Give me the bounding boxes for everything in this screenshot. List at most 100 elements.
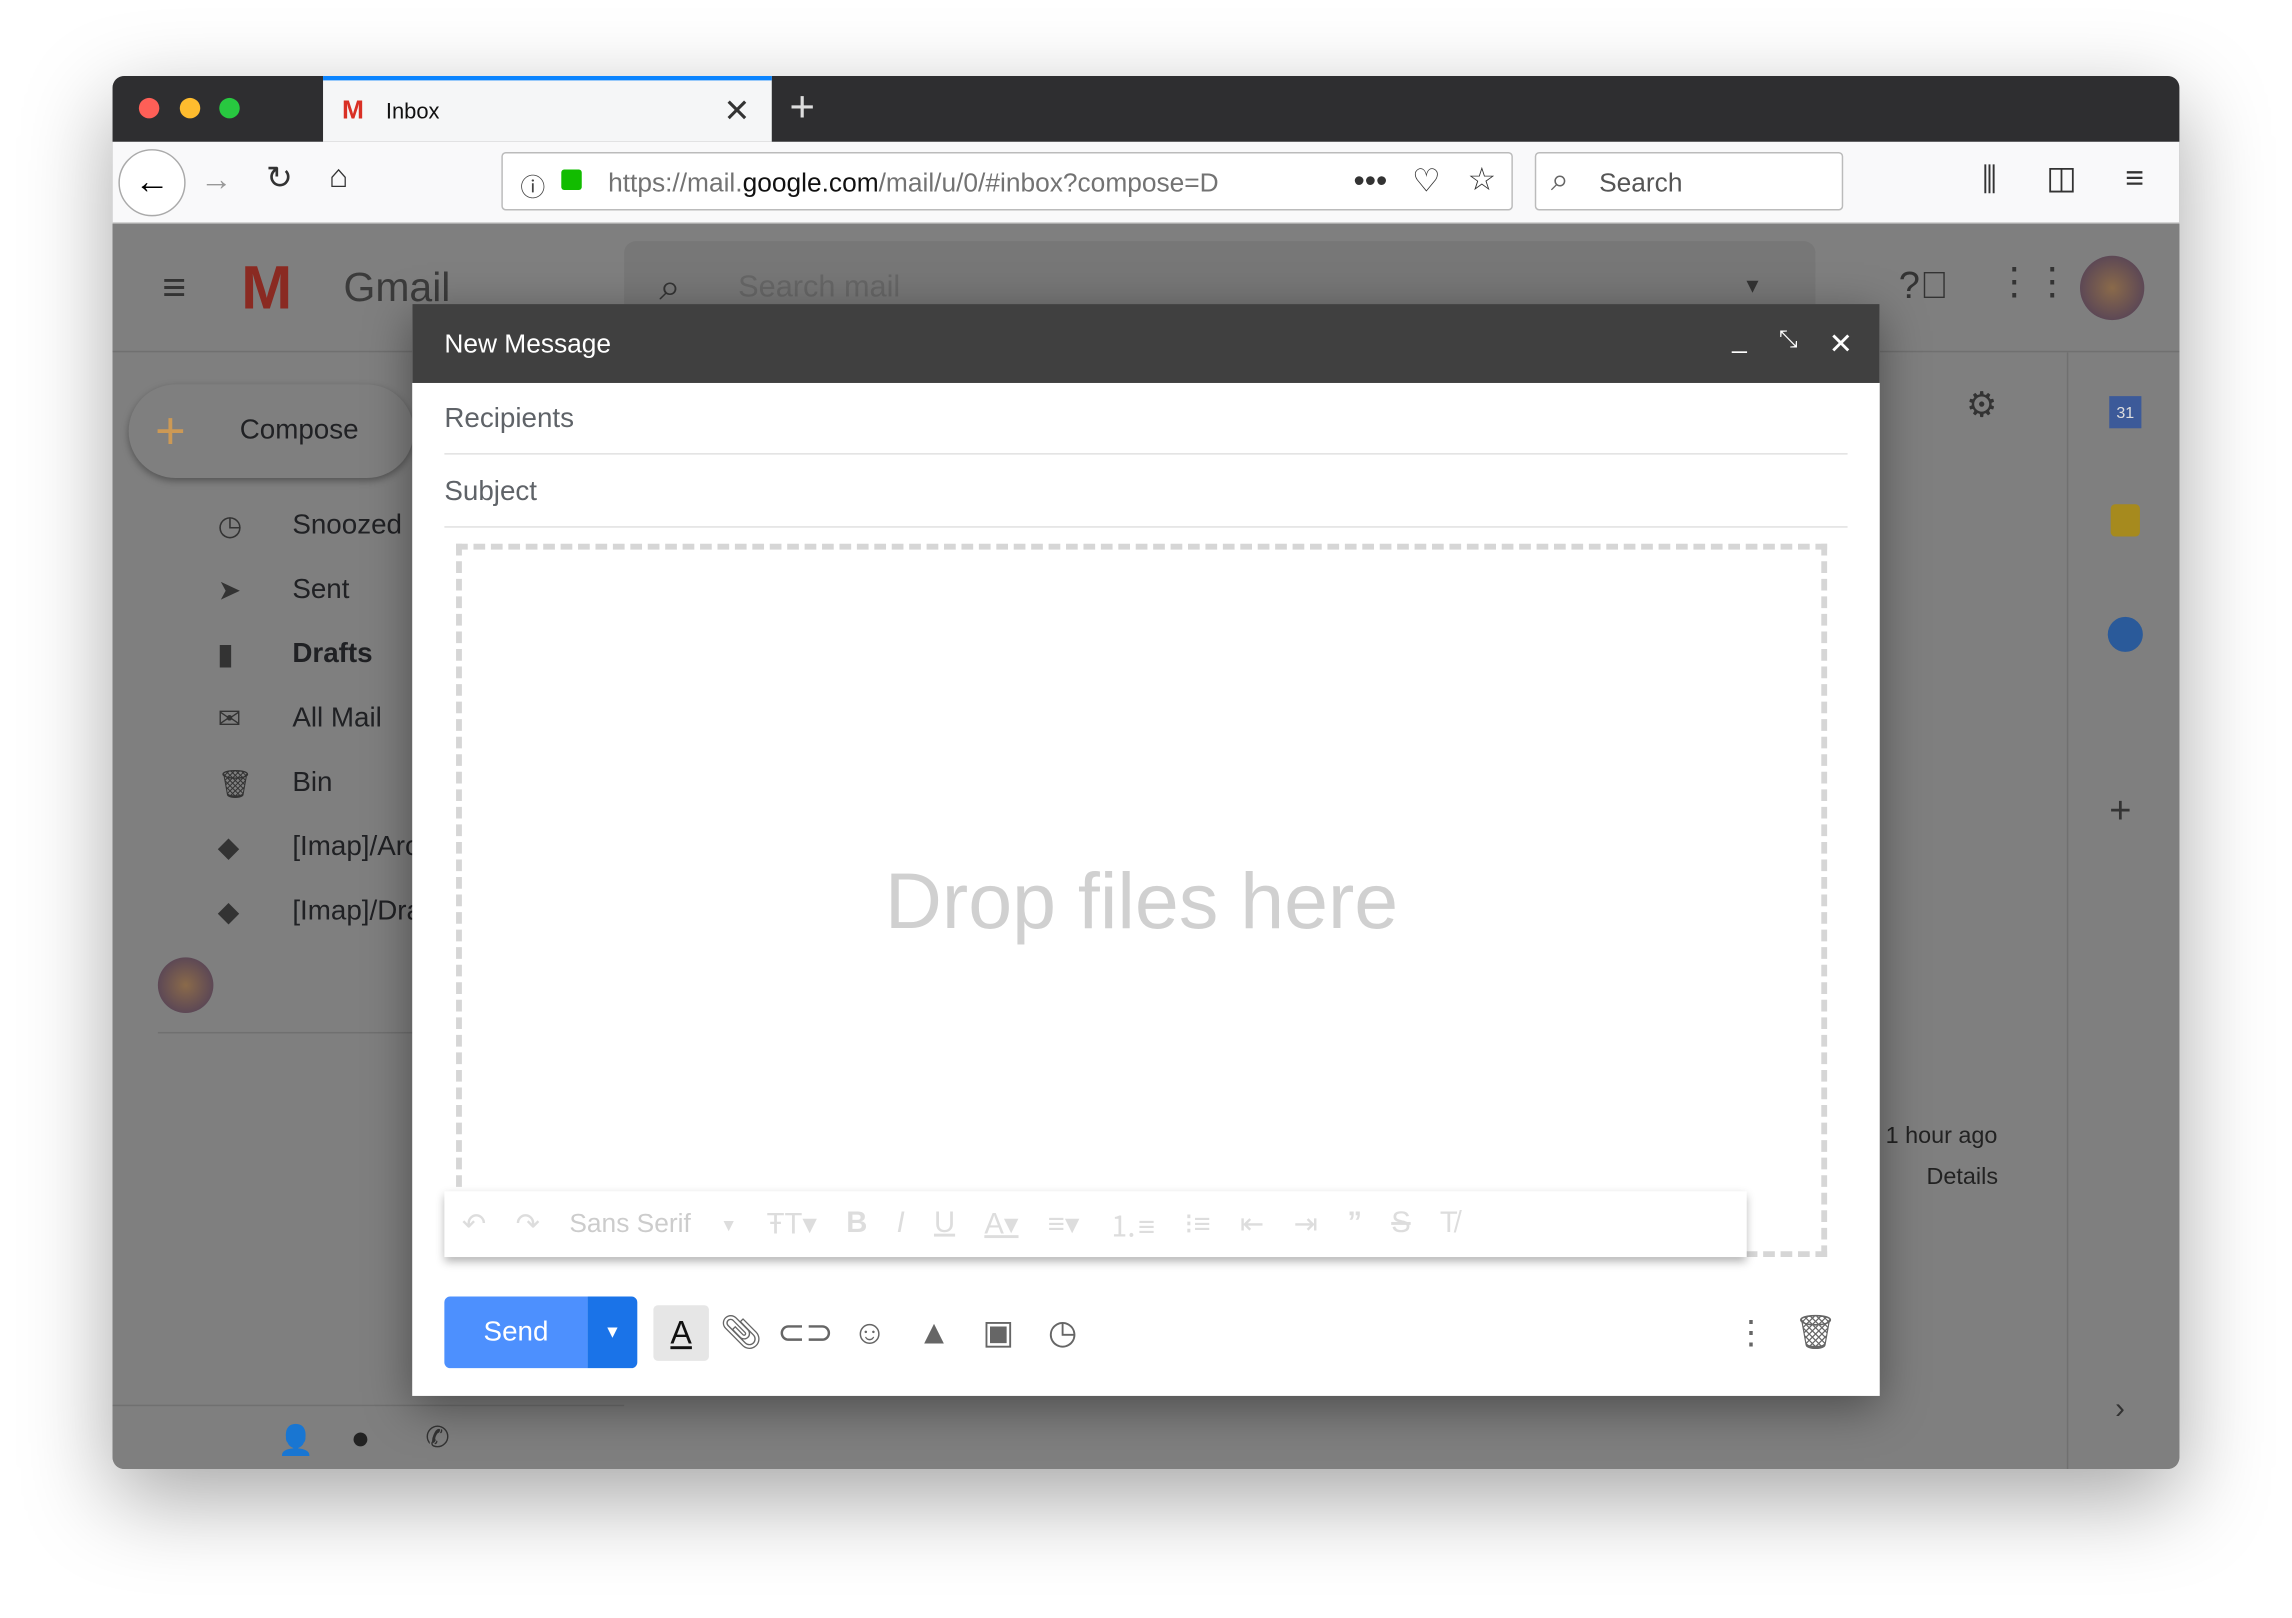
keep-icon[interactable]: [2110, 504, 2140, 537]
nav-label: All Mail: [292, 703, 382, 734]
compose-button[interactable]: + Compose: [128, 384, 414, 478]
link-icon[interactable]: ⊂⊃: [773, 1313, 837, 1352]
font-dropdown-icon[interactable]: ▼: [720, 1214, 737, 1234]
compose-dialog: New Message _ ⤡ ✕ Recipients Subject Dro…: [412, 304, 1880, 1396]
exit-fullscreen-icon[interactable]: ⤡: [1779, 327, 1798, 353]
search-placeholder: Search: [1599, 168, 1683, 198]
new-tab-icon[interactable]: +: [789, 83, 815, 133]
drop-zone[interactable]: Drop files here: [456, 543, 1828, 1258]
subject-input[interactable]: Subject: [444, 456, 1848, 528]
compose-label: Compose: [239, 415, 359, 446]
tasks-icon[interactable]: [2107, 616, 2143, 652]
tab-inbox[interactable]: M Inbox ✕: [323, 76, 772, 142]
minimize-icon[interactable]: _: [1732, 324, 1747, 355]
nav-label: Sent: [292, 574, 350, 606]
url-path: /mail/u/0/#inbox?compose=D: [878, 168, 1219, 198]
photo-icon[interactable]: ▣: [966, 1313, 1030, 1352]
hangouts-icon[interactable]: ●: [351, 1419, 370, 1457]
tab-title: Inbox: [385, 99, 440, 125]
strikethrough-icon[interactable]: S: [1391, 1207, 1411, 1241]
drop-files-text: Drop files here: [884, 858, 1399, 946]
quote-icon[interactable]: ”: [1347, 1207, 1362, 1241]
details-link[interactable]: Details: [1927, 1165, 1998, 1191]
subject-placeholder: Subject: [444, 476, 537, 508]
url-domain: google.com: [742, 168, 879, 198]
gmail-favicon-icon: M: [342, 95, 364, 125]
send-options-icon[interactable]: ▼: [587, 1296, 638, 1369]
drive-icon[interactable]: ▲: [902, 1313, 966, 1352]
help-icon[interactable]: ?⃝: [1899, 263, 1949, 308]
back-icon[interactable]: ←: [118, 149, 186, 217]
draft-icon: ▮: [217, 640, 234, 671]
trash-icon: 🗑: [217, 770, 254, 802]
search-icon: ⌕: [1550, 160, 1569, 198]
indent-more-icon[interactable]: ⇥: [1294, 1206, 1319, 1243]
hangouts-avatar[interactable]: [157, 957, 214, 1013]
redo-icon[interactable]: ↷: [516, 1206, 541, 1243]
formatting-options-icon[interactable]: A: [653, 1304, 709, 1361]
plus-icon: +: [154, 400, 186, 461]
font-size-icon[interactable]: ŦT▾: [767, 1206, 817, 1243]
settings-icon[interactable]: ⚙: [1966, 384, 1997, 426]
emoji-icon[interactable]: ☺: [838, 1313, 902, 1352]
formatting-toolbar: ↶ ↷ Sans Serif ▼ ŦT▾ B I U A▾ ≡▾ ⒈≡ ⁝≡ ⇤…: [444, 1191, 1747, 1258]
italic-icon[interactable]: I: [897, 1207, 905, 1241]
nav-toolbar: ← → ↻ ⌂ ⓘ https://mail.google.com/mail/u…: [112, 141, 2180, 224]
undo-icon[interactable]: ↶: [462, 1206, 487, 1243]
underline-icon[interactable]: U: [934, 1207, 955, 1241]
recipients-placeholder: Recipients: [444, 403, 575, 435]
compose-title: New Message: [444, 328, 612, 359]
more-options-icon[interactable]: ⋮: [1719, 1313, 1783, 1352]
compose-header: New Message _ ⤡ ✕: [412, 304, 1880, 383]
nav-label: Snoozed: [292, 510, 402, 541]
forward-icon[interactable]: →: [200, 163, 232, 196]
expand-panel-icon[interactable]: ›: [2115, 1393, 2125, 1427]
close-icon[interactable]: ✕: [1829, 326, 1854, 363]
discard-draft-icon[interactable]: 🗑︎: [1783, 1313, 1847, 1352]
compose-bottom-bar: Send ▼ A 📎︎ ⊂⊃ ☺ ▲ ▣ ◷ ⋮ 🗑︎: [444, 1296, 1847, 1369]
align-icon[interactable]: ≡▾: [1048, 1206, 1080, 1243]
menu-icon[interactable]: ≡: [2125, 162, 2144, 194]
search-options-icon[interactable]: ▼: [1742, 273, 1762, 296]
remove-formatting-icon[interactable]: T̸: [1440, 1207, 1458, 1241]
divider: [157, 1031, 421, 1034]
close-window-button[interactable]: [138, 97, 160, 119]
info-icon[interactable]: ⓘ: [520, 167, 545, 204]
bulleted-list-icon[interactable]: ⁝≡: [1184, 1206, 1210, 1243]
account-avatar[interactable]: [2079, 255, 2145, 321]
url-bar[interactable]: ⓘ https://mail.google.com/mail/u/0/#inbo…: [501, 152, 1513, 211]
browser-search-input[interactable]: ⌕ Search: [1534, 152, 1844, 211]
indent-less-icon[interactable]: ⇤: [1240, 1206, 1265, 1243]
star-icon[interactable]: ☆: [1468, 163, 1497, 196]
numbered-list-icon[interactable]: ⒈≡: [1109, 1203, 1155, 1245]
minimize-window-button[interactable]: [179, 97, 201, 119]
zoom-window-button[interactable]: [219, 97, 240, 119]
home-icon[interactable]: ⌂: [329, 160, 348, 193]
send-button[interactable]: Send: [444, 1296, 588, 1369]
font-select[interactable]: Sans Serif: [569, 1209, 690, 1240]
url-prefix: https://mail.: [608, 168, 743, 198]
contacts-icon[interactable]: 👤: [278, 1422, 314, 1459]
reload-icon[interactable]: ↻: [266, 162, 293, 194]
recipients-input[interactable]: Recipients: [444, 383, 1848, 455]
add-addon-icon[interactable]: +: [2109, 788, 2131, 833]
more-icon[interactable]: •••: [1354, 164, 1388, 197]
library-icon[interactable]: ⫼: [1982, 163, 1997, 196]
phone-icon[interactable]: ✆: [425, 1419, 450, 1456]
nav-label: Bin: [292, 767, 333, 799]
attach-icon[interactable]: 📎︎: [709, 1313, 773, 1352]
confidential-icon[interactable]: ◷: [1030, 1313, 1094, 1352]
close-tab-icon[interactable]: ✕: [724, 92, 751, 130]
pocket-icon[interactable]: ♡: [1412, 164, 1441, 197]
clock-icon: ◷: [217, 511, 243, 543]
tab-bar: M Inbox ✕ +: [112, 76, 2180, 142]
nav-label: Drafts: [292, 638, 373, 670]
activity-time: 1 hour ago: [1885, 1124, 1998, 1149]
sidebar-icon[interactable]: ◫: [2046, 162, 2076, 194]
calendar-icon[interactable]: 31: [2109, 396, 2142, 429]
bold-icon[interactable]: B: [846, 1207, 867, 1241]
text-color-icon[interactable]: A▾: [984, 1206, 1018, 1243]
url-text: https://mail.google.com/mail/u/0/#inbox?…: [608, 168, 1283, 199]
hamburger-icon[interactable]: ≡: [162, 265, 186, 312]
divider: [112, 1404, 625, 1407]
